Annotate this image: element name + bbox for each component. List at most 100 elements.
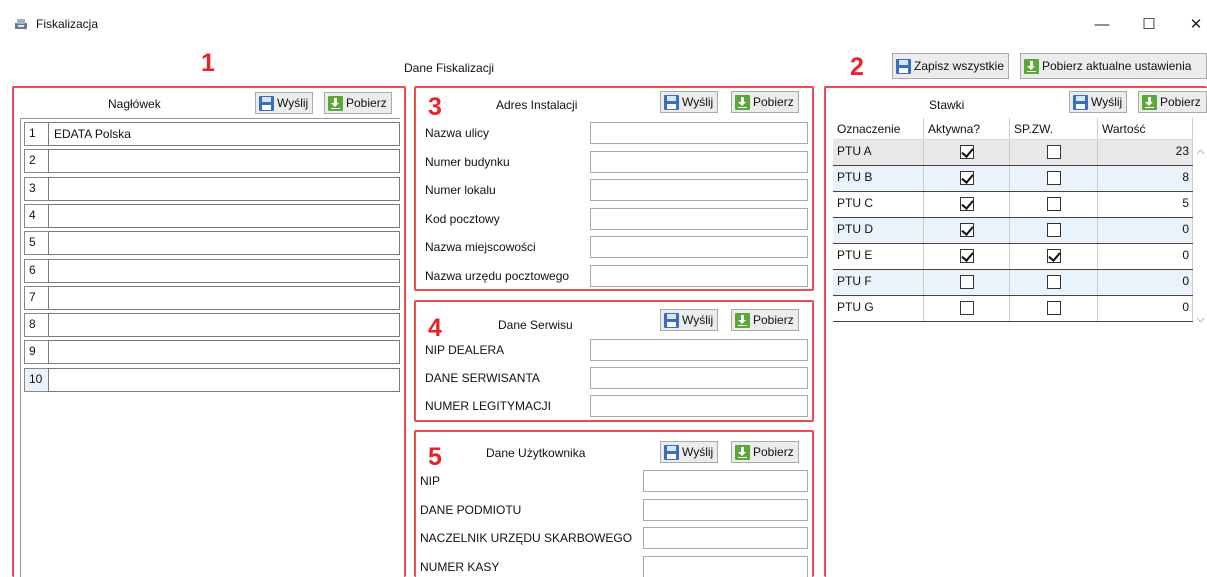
service-send-button[interactable]: Wyślij [660, 309, 719, 331]
header-line-input[interactable] [48, 313, 400, 338]
rate-value[interactable]: 0 [1098, 270, 1193, 295]
fetch-settings-button[interactable]: Pobierz aktualne ustawienia [1020, 53, 1207, 79]
address-section-title: Adres Instalacji [496, 98, 578, 112]
field-input[interactable] [590, 395, 808, 418]
exempt-checkbox[interactable] [1046, 275, 1061, 289]
header-line-input[interactable] [48, 149, 400, 174]
header-line-input[interactable] [48, 340, 400, 365]
header-line-input[interactable] [48, 122, 400, 146]
address-fetch-button[interactable]: Pobierz [731, 91, 799, 113]
rates-section-title: Stawki [929, 98, 965, 112]
rate-row[interactable]: PTU C 5 [833, 192, 1193, 218]
header-line-input[interactable] [48, 367, 400, 392]
column-header[interactable]: Oznaczenie [833, 118, 924, 139]
exempt-cell [1010, 218, 1098, 243]
user-fetch-button[interactable]: Pobierz [731, 441, 799, 463]
active-checkbox[interactable] [959, 197, 974, 211]
save-icon [896, 58, 911, 74]
active-checkbox[interactable] [959, 171, 974, 185]
active-checkbox[interactable] [959, 145, 974, 159]
rate-value[interactable]: 0 [1098, 244, 1193, 269]
header-send-button[interactable]: Wyślij [255, 92, 314, 114]
field-input[interactable] [590, 179, 808, 202]
minimize-button[interactable]: — [1082, 12, 1122, 38]
rate-row[interactable]: PTU F 0 [833, 270, 1193, 296]
field-input[interactable] [590, 122, 808, 144]
address-send-button[interactable]: Wyślij [660, 91, 719, 113]
field-input[interactable] [590, 236, 808, 259]
header-line-row: 2 [24, 149, 400, 174]
active-checkbox[interactable] [959, 301, 974, 315]
header-line-input[interactable] [48, 258, 400, 283]
exempt-checkbox[interactable] [1046, 223, 1061, 237]
exempt-checkbox[interactable] [1046, 145, 1061, 159]
exempt-cell [1010, 270, 1098, 295]
column-header[interactable]: Aktywna? [924, 118, 1010, 139]
exempt-checkbox[interactable] [1046, 171, 1061, 185]
field-input[interactable] [643, 498, 808, 521]
field-input[interactable] [643, 527, 808, 550]
rate-name: PTU F [833, 270, 924, 295]
active-cell [924, 166, 1010, 191]
line-number: 8 [24, 313, 48, 338]
header-line-input[interactable] [48, 176, 400, 201]
rate-value[interactable]: 5 [1098, 192, 1193, 217]
column-header[interactable]: SP.ZW. [1010, 118, 1098, 139]
save-icon [1073, 94, 1088, 110]
field-input[interactable] [590, 150, 808, 173]
label-1: 1 [201, 49, 215, 77]
save-icon [259, 95, 274, 111]
send-label: Wyślij [277, 96, 309, 110]
rate-row[interactable]: PTU A 23 [833, 140, 1193, 166]
rate-row[interactable]: PTU E 0 [833, 244, 1193, 270]
active-checkbox[interactable] [959, 275, 974, 289]
field-input[interactable] [643, 470, 808, 492]
window-title: Fiskalizacja [36, 17, 99, 31]
header-line-input[interactable] [48, 285, 400, 310]
rate-value[interactable]: 8 [1098, 166, 1193, 191]
header-line-input[interactable] [48, 203, 400, 228]
close-button[interactable]: ✕ [1176, 12, 1207, 38]
active-cell [924, 140, 1010, 165]
rate-row[interactable]: PTU D 0 [833, 218, 1193, 244]
exempt-checkbox[interactable] [1046, 197, 1061, 211]
rates-scrollbar[interactable] [1196, 136, 1205, 336]
rate-row[interactable]: PTU G 0 [833, 296, 1193, 322]
header-line-row: 3 [24, 176, 400, 201]
active-checkbox[interactable] [959, 223, 974, 237]
field-input[interactable] [590, 367, 808, 390]
field-input[interactable] [590, 339, 808, 361]
field-label: Numer budynku [425, 154, 510, 169]
save-icon [664, 312, 679, 328]
maximize-button[interactable]: ☐ [1129, 12, 1169, 38]
rate-value[interactable]: 0 [1098, 218, 1193, 243]
download-icon [328, 95, 343, 111]
active-cell [924, 296, 1010, 321]
field-input[interactable] [643, 555, 808, 577]
active-checkbox[interactable] [959, 249, 974, 263]
exempt-checkbox[interactable] [1046, 249, 1061, 263]
exempt-cell [1010, 166, 1098, 191]
save-icon [664, 444, 679, 460]
header-line-input[interactable] [48, 231, 400, 256]
exempt-cell [1010, 140, 1098, 165]
exempt-cell [1010, 192, 1098, 217]
download-icon [1142, 94, 1157, 110]
label-2: 2 [850, 53, 864, 81]
exempt-checkbox[interactable] [1046, 301, 1061, 315]
user-send-button[interactable]: Wyślij [660, 441, 719, 463]
rates-fetch-button[interactable]: Pobierz [1138, 91, 1207, 113]
field-input[interactable] [590, 265, 808, 287]
rates-send-button[interactable]: Wyślij [1069, 91, 1128, 113]
service-fetch-button[interactable]: Pobierz [731, 309, 799, 331]
header-fetch-button[interactable]: Pobierz [324, 92, 392, 114]
column-header[interactable]: Wartość [1098, 118, 1193, 139]
download-icon [735, 444, 750, 460]
header-line-row: 7 [24, 285, 400, 310]
rate-value[interactable]: 23 [1098, 140, 1193, 165]
user-section-title: Dane Użytkownika [486, 446, 586, 460]
rate-value[interactable]: 0 [1098, 296, 1193, 321]
save-all-button[interactable]: Zapisz wszystkie [892, 53, 1010, 79]
field-input[interactable] [590, 207, 808, 230]
rate-row[interactable]: PTU B 8 [833, 166, 1193, 192]
